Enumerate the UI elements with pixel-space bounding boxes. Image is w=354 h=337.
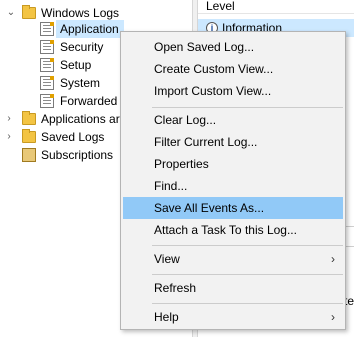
column-header-level[interactable]: Level (198, 0, 354, 14)
folder-icon (22, 129, 36, 143)
chevron-right-icon[interactable]: › (4, 110, 14, 128)
submenu-arrow-icon: › (331, 310, 335, 324)
menu-item-attach-task[interactable]: Attach a Task To this Log... (123, 219, 343, 241)
menu-item-refresh[interactable]: Refresh (123, 277, 343, 299)
menu-item-label: Clear Log... (154, 113, 217, 127)
menu-item-label: Save All Events As... (154, 201, 265, 215)
tree-node-label: Application (60, 22, 119, 36)
menu-separator (152, 274, 343, 275)
subscriptions-icon (22, 148, 36, 162)
event-log-icon (40, 76, 54, 90)
menu-item-label: Open Saved Log... (154, 40, 255, 54)
tree-node-label: Setup (60, 58, 92, 72)
menu-item-create-custom-view[interactable]: Create Custom View... (123, 58, 343, 80)
menu-item-label: Attach a Task To this Log... (154, 223, 297, 237)
tree-node-label: Security (60, 40, 104, 54)
event-log-icon (40, 58, 54, 72)
context-menu: Open Saved Log... Create Custom View... … (120, 31, 346, 330)
menu-item-label: Create Custom View... (154, 62, 274, 76)
folder-icon (22, 111, 36, 125)
tree-node-label: Saved Logs (41, 130, 105, 144)
chevron-right-icon[interactable]: › (4, 128, 14, 146)
tree-node-label: Forwarded (60, 94, 118, 108)
submenu-arrow-icon: › (331, 252, 335, 266)
event-log-icon (40, 22, 54, 36)
menu-item-filter-current-log[interactable]: Filter Current Log... (123, 131, 343, 153)
menu-item-clear-log[interactable]: Clear Log... (123, 109, 343, 131)
tree-node-label: Subscriptions (41, 148, 114, 162)
menu-item-label: Filter Current Log... (154, 135, 258, 149)
tree-node-label: System (60, 76, 101, 90)
menu-separator (152, 245, 343, 246)
menu-item-label: Find... (154, 179, 188, 193)
menu-item-label: Refresh (154, 281, 197, 295)
menu-item-help[interactable]: Help › (123, 306, 343, 328)
menu-item-label: View (154, 252, 180, 266)
menu-item-properties[interactable]: Properties (123, 153, 343, 175)
menu-separator (152, 303, 343, 304)
folder-icon (22, 5, 36, 19)
menu-item-label: Help (154, 310, 179, 324)
menu-item-label: Import Custom View... (154, 84, 272, 98)
menu-separator (152, 107, 343, 108)
menu-item-find[interactable]: Find... (123, 175, 343, 197)
tree-node-label: Applications ar (41, 112, 120, 126)
menu-item-save-all-events-as[interactable]: Save All Events As... (123, 197, 343, 219)
event-log-icon (40, 94, 54, 108)
event-log-icon (40, 40, 54, 54)
menu-item-import-custom-view[interactable]: Import Custom View... (123, 80, 343, 102)
menu-item-open-saved-log[interactable]: Open Saved Log... (123, 36, 343, 58)
menu-item-view[interactable]: View › (123, 248, 343, 270)
menu-item-label: Properties (154, 157, 209, 171)
